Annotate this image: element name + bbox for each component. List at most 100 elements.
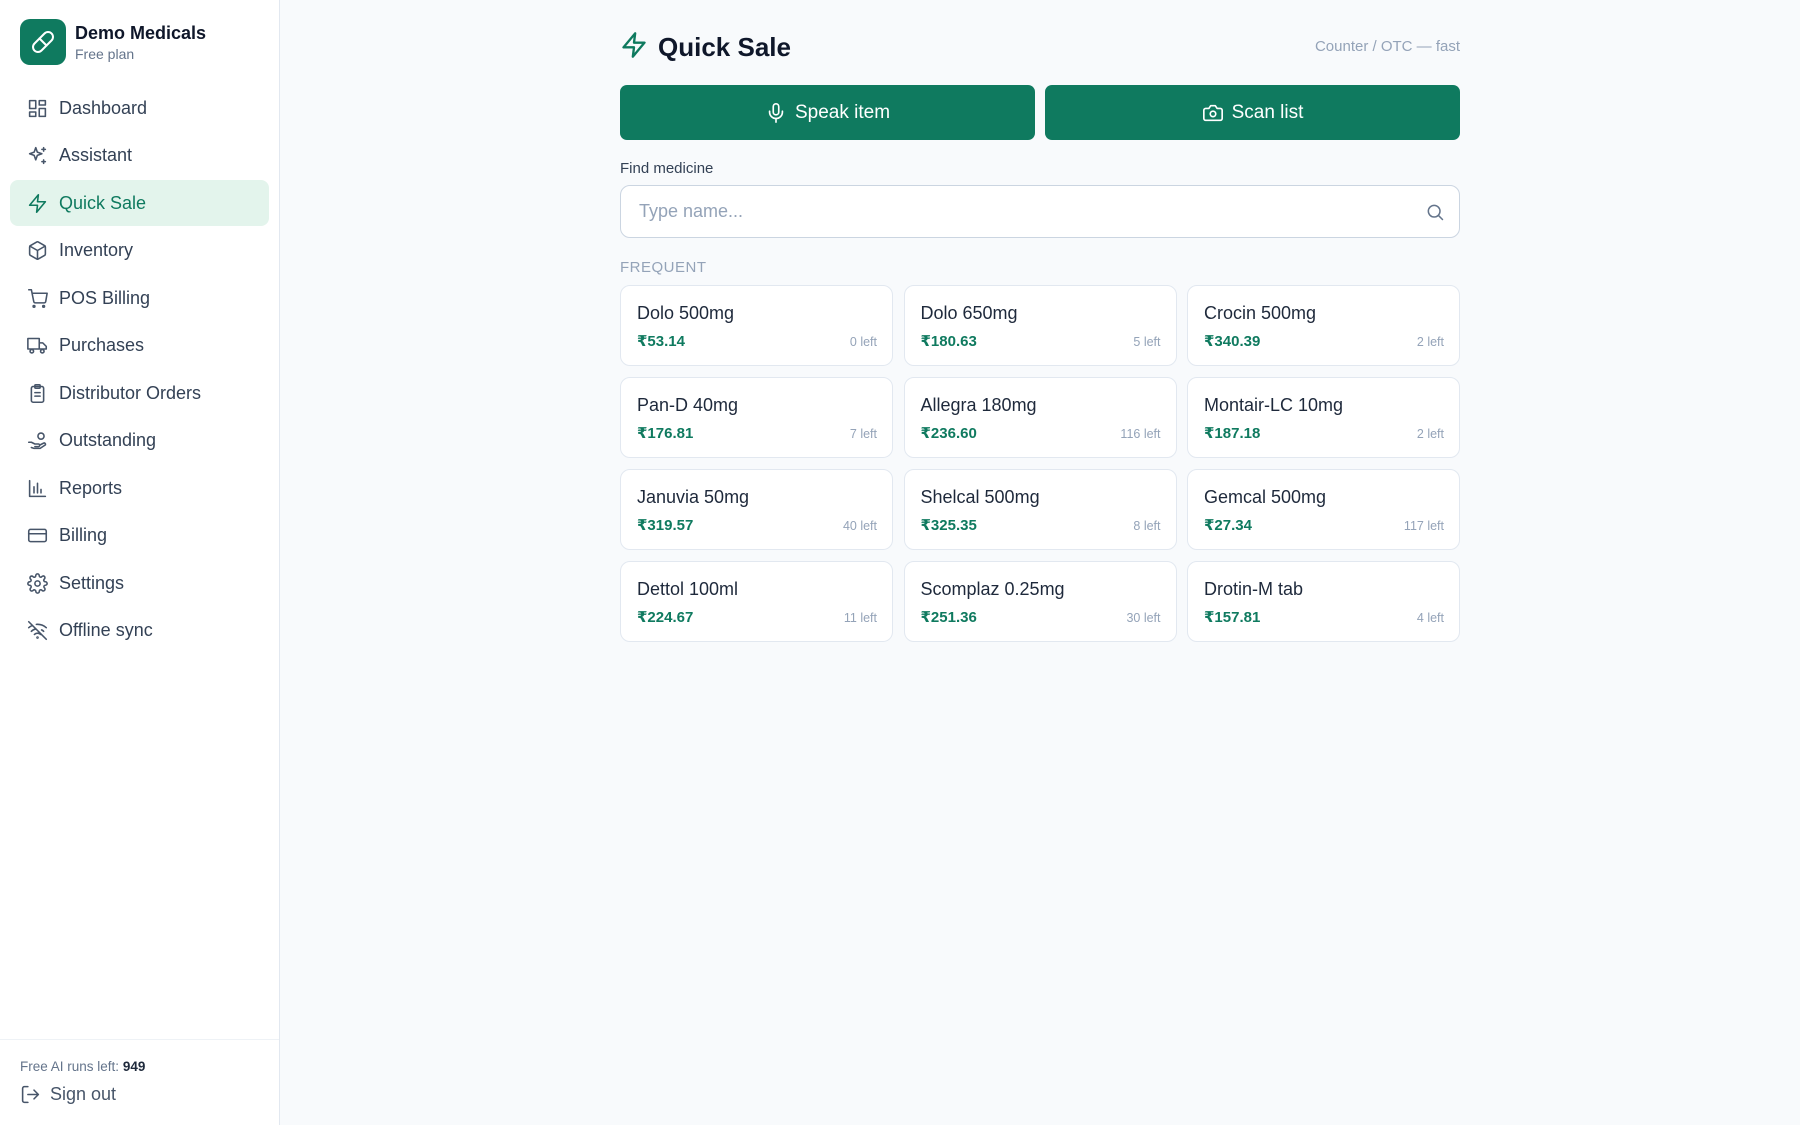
- gear-icon: [26, 572, 48, 594]
- sidebar-item-settings[interactable]: Settings: [10, 560, 269, 606]
- medicine-card[interactable]: Dettol 100ml ₹224.67 11 left: [620, 561, 893, 642]
- sidebar-item-quick-sale[interactable]: Quick Sale: [10, 180, 269, 226]
- medicine-name: Crocin 500mg: [1204, 303, 1317, 323]
- sign-out-button[interactable]: Sign out: [20, 1084, 116, 1105]
- camera-icon: [1202, 104, 1223, 121]
- medicine-name: Dolo 500mg: [637, 303, 735, 323]
- frequent-items-grid: Dolo 500mg ₹53.14 0 left Dolo 650mg ₹180…: [620, 285, 1460, 642]
- medicine-stock: 40 left: [842, 519, 877, 533]
- sign-out-label: Sign out: [50, 1084, 117, 1104]
- sidebar-item-offline-sync[interactable]: Offline sync: [10, 608, 269, 654]
- medicine-card[interactable]: Crocin 500mg ₹340.39 2 left: [1187, 285, 1460, 366]
- sidebar-item-billing[interactable]: Billing: [10, 513, 269, 559]
- medicine-card[interactable]: Dolo 650mg ₹180.63 5 left: [903, 285, 1177, 366]
- sidebar-item-label: Dashboard: [59, 97, 148, 118]
- medicine-card[interactable]: Pan-D 40mg ₹176.81 7 left: [620, 377, 893, 458]
- search-icon[interactable]: [1425, 202, 1445, 227]
- medicine-price: ₹27.34: [1204, 517, 1252, 534]
- medicine-card[interactable]: Januvia 50mg ₹319.57 40 left: [620, 469, 893, 550]
- medicine-name: Montair-LC 10mg: [1204, 395, 1344, 415]
- sidebar-item-assistant[interactable]: Assistant: [10, 133, 269, 179]
- medicine-price: ₹325.35: [920, 517, 977, 534]
- sidebar-item-label: Outstanding: [59, 430, 157, 450]
- brand: Demo Medicals Free plan: [20, 19, 206, 65]
- medicine-card[interactable]: Drotin-M tab ₹157.81 4 left: [1187, 561, 1460, 642]
- medicine-name: Shelcal 500mg: [920, 487, 1040, 507]
- frequent-section-label: FREQUENT: [620, 259, 707, 276]
- sidebar-item-dashboard[interactable]: Dashboard: [10, 85, 269, 131]
- medicine-price: ₹251.36: [920, 609, 977, 626]
- speak-item-button[interactable]: Speak item: [620, 85, 1035, 140]
- sidebar-item-label: Quick Sale: [59, 192, 147, 213]
- sidebar-item-pos-billing[interactable]: POS Billing: [10, 275, 269, 321]
- brand-plan: Free plan: [75, 45, 135, 62]
- medicine-card[interactable]: Gemcal 500mg ₹27.34 117 left: [1187, 469, 1460, 550]
- medicine-stock: 4 left: [1416, 611, 1444, 625]
- ai-runs-value: 949: [122, 1059, 146, 1074]
- sidebar: Demo Medicals Free plan Dashboard Assist…: [0, 0, 280, 1125]
- medicine-name: Dettol 100ml: [637, 579, 739, 599]
- medicine-price: ₹340.39: [1204, 333, 1261, 350]
- sidebar-item-reports[interactable]: Reports: [10, 465, 269, 511]
- medicine-name: Allegra 180mg: [920, 395, 1037, 415]
- truck-icon: [26, 335, 48, 357]
- scan-list-label: Scan list: [1231, 101, 1304, 123]
- find-medicine-label: Find medicine: [620, 160, 714, 177]
- medicine-name: Januvia 50mg: [637, 487, 750, 507]
- medicine-price: ₹319.57: [637, 517, 694, 534]
- medicine-card[interactable]: Shelcal 500mg ₹325.35 8 left: [903, 469, 1177, 550]
- medicine-price: ₹236.60: [920, 425, 977, 442]
- box-icon: [26, 240, 48, 262]
- medicine-card[interactable]: Allegra 180mg ₹236.60 116 left: [903, 377, 1177, 458]
- dashboard-icon: [26, 97, 48, 119]
- medicine-price: ₹180.63: [920, 333, 977, 350]
- medicine-stock: 11 left: [843, 611, 877, 625]
- medicine-stock: 116 left: [1120, 427, 1161, 441]
- sidebar-item-purchases[interactable]: Purchases: [10, 323, 269, 369]
- wifi-off-icon: [26, 620, 48, 642]
- medicine-price: ₹187.18: [1204, 425, 1261, 442]
- medicine-price: ₹157.81: [1204, 609, 1261, 626]
- medicine-stock: 117 left: [1403, 519, 1444, 533]
- medicine-name: Dolo 650mg: [920, 303, 1018, 323]
- hand-coins-icon: [26, 430, 48, 452]
- medicine-stock: 2 left: [1416, 335, 1444, 349]
- microphone-icon: [768, 102, 784, 123]
- medicine-card[interactable]: Montair-LC 10mg ₹187.18 2 left: [1187, 377, 1460, 458]
- sidebar-item-label: POS Billing: [59, 287, 151, 308]
- medicine-price: ₹224.67: [637, 609, 694, 626]
- sidebar-item-inventory[interactable]: Inventory: [10, 228, 269, 274]
- sidebar-item-label: Inventory: [59, 240, 134, 260]
- medicine-stock: 0 left: [849, 335, 877, 349]
- page-header: Quick Sale Counter / OTC — fast: [620, 31, 1460, 63]
- medicine-card[interactable]: Dolo 500mg ₹53.14 0 left: [620, 285, 893, 366]
- medicine-price: ₹176.81: [637, 425, 694, 442]
- medicine-name: Drotin-M tab: [1204, 579, 1304, 599]
- search-input[interactable]: [639, 201, 1419, 222]
- sidebar-item-label: Distributor Orders: [59, 382, 202, 403]
- medicine-stock: 5 left: [1133, 335, 1161, 349]
- medicine-stock: 30 left: [1126, 611, 1161, 625]
- medicine-name: Gemcal 500mg: [1204, 487, 1327, 507]
- sidebar-item-label: Billing: [59, 525, 108, 545]
- sparkles-icon: [26, 145, 48, 167]
- sidebar-item-label: Purchases: [59, 335, 145, 355]
- page-subtitle: Counter / OTC — fast: [1314, 38, 1460, 55]
- sidebar-item-label: Assistant: [59, 145, 133, 165]
- ai-runs-counter: Free AI runs left: 949: [20, 1059, 145, 1074]
- sidebar-item-outstanding[interactable]: Outstanding: [10, 418, 269, 464]
- bar-chart-icon: [26, 477, 48, 499]
- cart-icon: [26, 287, 48, 309]
- medicine-card[interactable]: Scomplaz 0.25mg ₹251.36 30 left: [903, 561, 1177, 642]
- clipboard-icon: [26, 382, 48, 404]
- sidebar-item-label: Offline sync: [59, 620, 153, 640]
- sidebar-item-distributor-orders[interactable]: Distributor Orders: [10, 370, 269, 416]
- medicine-stock: 7 left: [849, 427, 877, 441]
- credit-card-icon: [26, 525, 48, 547]
- search-field: [620, 185, 1460, 238]
- action-buttons: Speak item Scan list: [620, 85, 1460, 140]
- brand-name: Demo Medicals: [75, 22, 207, 43]
- medicine-stock: 2 left: [1416, 427, 1444, 441]
- scan-list-button[interactable]: Scan list: [1045, 85, 1460, 140]
- page-title: Quick Sale: [658, 31, 791, 62]
